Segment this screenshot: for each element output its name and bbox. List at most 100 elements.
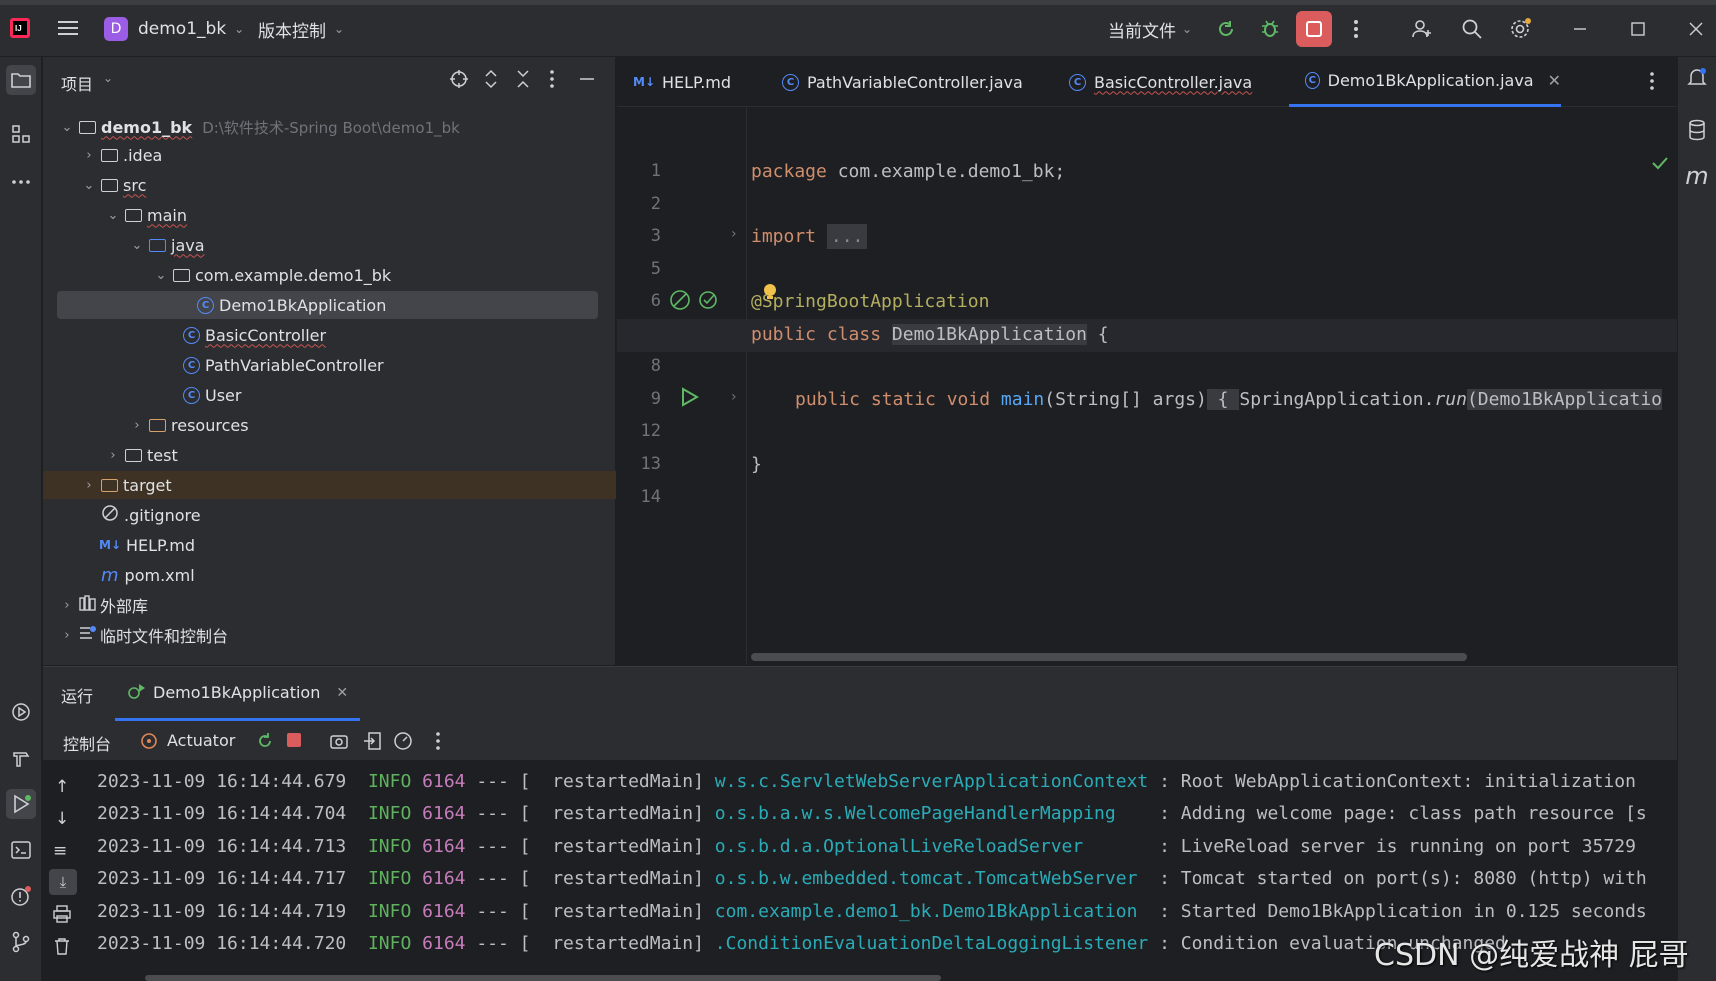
- run-config-selector[interactable]: 当前文件 ⌄: [1108, 14, 1192, 44]
- add-user-icon[interactable]: [1406, 13, 1438, 45]
- tab-options-icon[interactable]: [1649, 71, 1655, 96]
- tree-item-label: src: [123, 175, 147, 195]
- method-name: main: [1000, 389, 1045, 410]
- keyword: import: [751, 226, 817, 247]
- chevron-down-icon[interactable]: ⌄: [103, 71, 113, 85]
- tree-item-resources[interactable]: › resources: [43, 411, 616, 439]
- tree-item-help-md[interactable]: M↓ HELP.md: [43, 531, 616, 559]
- tree-item-pathvariablecontroller[interactable]: C PathVariableController: [43, 351, 616, 379]
- debug-icon[interactable]: [1254, 13, 1286, 45]
- search-icon[interactable]: [1456, 13, 1488, 45]
- stop-icon[interactable]: [287, 733, 301, 747]
- tree-item-scratches[interactable]: › 临时文件和控制台: [43, 621, 616, 649]
- main-menu-icon[interactable]: [52, 12, 84, 44]
- arrow-down-icon[interactable]: ↓: [55, 809, 69, 829]
- options-icon[interactable]: [549, 69, 555, 94]
- close-window-icon[interactable]: [1680, 13, 1712, 45]
- log-line: 2023-11-09 16:14:44.679 INFO 6164 --- [ …: [97, 771, 1636, 792]
- tree-item-external-libraries[interactable]: › 外部库: [43, 591, 616, 619]
- tree-item-test[interactable]: › test: [43, 441, 616, 469]
- screenshot-icon[interactable]: [329, 731, 349, 756]
- arrow-up-icon[interactable]: ↑: [55, 777, 69, 797]
- chevron-down-icon: ⌄: [61, 119, 73, 135]
- vcs-menu[interactable]: 版本控制 ⌄: [258, 14, 344, 44]
- tree-item-label: 临时文件和控制台: [100, 627, 229, 646]
- tree-item-pom-xml[interactable]: m pom.xml: [43, 561, 616, 589]
- project-selector[interactable]: D demo1_bk ⌄: [104, 14, 244, 44]
- scroll-to-end-icon[interactable]: ⤓: [49, 869, 77, 895]
- expand-all-icon[interactable]: [483, 69, 499, 94]
- close-tab-icon[interactable]: ✕: [1548, 71, 1561, 90]
- problems-tool-icon[interactable]: [6, 881, 36, 911]
- code-area[interactable]: package com.example.demo1_bk; import ...…: [617, 107, 1677, 665]
- console-tab[interactable]: 控制台: [63, 731, 111, 755]
- folded-body[interactable]: {: [1206, 389, 1240, 410]
- folded-imports[interactable]: ...: [826, 224, 868, 249]
- soft-wrap-icon[interactable]: ≡: [53, 841, 67, 861]
- maven-icon: m: [101, 564, 119, 586]
- chevron-down-icon: ⌄: [83, 177, 95, 193]
- project-tool-icon[interactable]: [6, 65, 36, 95]
- markdown-icon: M↓: [633, 75, 655, 89]
- horizontal-scrollbar[interactable]: [751, 653, 1467, 661]
- package-icon: [173, 268, 190, 282]
- maven-icon[interactable]: m: [1682, 161, 1712, 191]
- tab-demo1bkapplication[interactable]: C Demo1BkApplication.java ✕: [1289, 57, 1561, 107]
- log-message: : Started Demo1BkApplication in 0.125 se…: [1148, 901, 1647, 922]
- notifications-icon[interactable]: [1682, 63, 1712, 93]
- tree-item-basiccontroller[interactable]: C BasicController: [43, 321, 616, 349]
- collapse-all-icon[interactable]: [515, 69, 531, 94]
- run-tool-icon[interactable]: [6, 789, 36, 819]
- tab-help-md[interactable]: M↓ HELP.md: [633, 57, 731, 107]
- trash-icon[interactable]: [53, 937, 71, 960]
- hide-panel-icon[interactable]: [579, 69, 595, 94]
- no-problems-check-icon[interactable]: [1651, 155, 1669, 175]
- tree-item-demo1bkapplication[interactable]: C Demo1BkApplication: [57, 291, 598, 319]
- actuator-tab[interactable]: Actuator: [167, 731, 235, 750]
- database-icon[interactable]: [1682, 115, 1712, 145]
- tree-item-main[interactable]: ⌄ main: [43, 201, 616, 229]
- actuator-icon: [139, 731, 159, 756]
- print-icon[interactable]: [53, 905, 71, 928]
- close-tab-icon[interactable]: ✕: [336, 685, 348, 701]
- tree-item-src[interactable]: ⌄ src: [43, 171, 616, 199]
- services-tool-icon[interactable]: [6, 697, 36, 727]
- more-actions-icon[interactable]: [435, 731, 441, 756]
- run-tab[interactable]: Demo1BkApplication ✕: [115, 667, 361, 721]
- exit-icon[interactable]: [363, 731, 383, 756]
- chevron-right-icon: ›: [134, 417, 140, 433]
- console-horizontal-scrollbar[interactable]: [145, 975, 941, 981]
- more-tools-icon[interactable]: [6, 167, 36, 197]
- gauge-icon[interactable]: [393, 731, 413, 756]
- git-tool-icon[interactable]: [6, 927, 36, 957]
- build-tool-icon[interactable]: [6, 743, 36, 773]
- tree-item-java[interactable]: ⌄ java: [43, 231, 616, 259]
- maximize-icon[interactable]: [1622, 13, 1654, 45]
- more-actions-icon[interactable]: [1340, 13, 1372, 45]
- project-panel-title[interactable]: 项目: [61, 71, 93, 95]
- lightbulb-icon[interactable]: [763, 283, 777, 306]
- tree-item-package[interactable]: ⌄ com.example.demo1_bk: [43, 261, 616, 289]
- structure-tool-icon[interactable]: [6, 119, 36, 149]
- stop-button[interactable]: [1296, 11, 1332, 47]
- locate-icon[interactable]: [449, 69, 469, 94]
- tab-pathvariablecontroller[interactable]: C PathVariableController.java: [782, 57, 1023, 107]
- folder-icon: [125, 448, 142, 462]
- tree-item-idea[interactable]: › .idea: [43, 141, 616, 169]
- tree-root[interactable]: ⌄ demo1_bk D:\软件技术-Spring Boot\demo1_bk: [43, 113, 616, 141]
- rerun-icon[interactable]: [255, 731, 275, 756]
- rerun-icon[interactable]: [1210, 13, 1242, 45]
- annotation: @SpringBootApplication: [751, 291, 990, 312]
- console-side-toolbar: ↑ ↓ ≡ ⤓: [43, 761, 83, 981]
- minimize-icon[interactable]: [1564, 13, 1596, 45]
- folder-icon: [101, 148, 118, 162]
- intellij-logo-icon: IJ: [4, 12, 36, 44]
- log-thread: restartedMain]: [530, 868, 704, 889]
- tree-item-user[interactable]: C User: [43, 381, 616, 409]
- settings-gear-icon[interactable]: [1504, 13, 1536, 45]
- tree-item-target[interactable]: › target: [43, 471, 616, 499]
- library-icon: [79, 595, 97, 615]
- tree-item-gitignore[interactable]: .gitignore: [43, 501, 616, 529]
- tab-basiccontroller[interactable]: C BasicController.java: [1069, 57, 1252, 107]
- terminal-tool-icon[interactable]: [6, 835, 36, 865]
